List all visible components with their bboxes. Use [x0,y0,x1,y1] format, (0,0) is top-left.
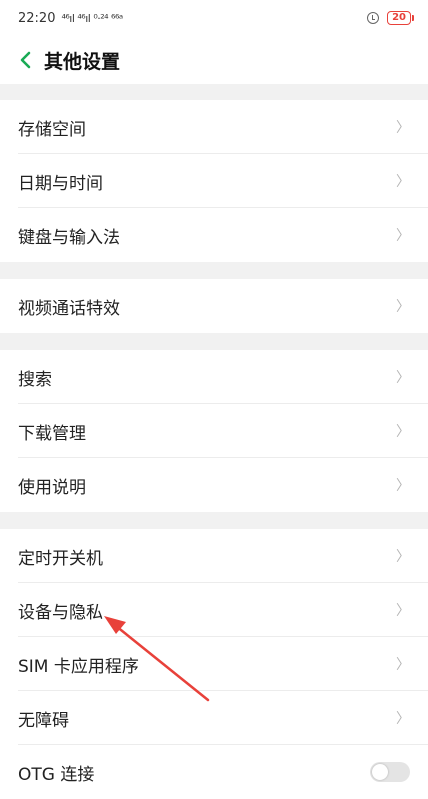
settings-item-label: 设备与隐私 [18,602,103,623]
chevron-right-icon: 〉 [396,120,410,136]
settings-item-manual[interactable]: 使用说明 〉 [0,458,428,512]
settings-item-video-call-effects[interactable]: 视频通话特效 〉 [0,279,428,333]
settings-item-search[interactable]: 搜索 〉 [0,350,428,404]
alarm-icon [367,12,380,24]
status-right: 20 [367,11,414,25]
settings-list: 存储空间 〉 日期与时间 〉 键盘与输入法 〉 视频通话特效 〉 搜索 〉 下载… [0,84,428,799]
battery-icon: 20 [387,11,414,25]
chevron-right-icon: 〉 [396,228,410,244]
settings-item-label: 定时开关机 [18,548,103,569]
settings-item-accessibility[interactable]: 无障碍 〉 [0,691,428,745]
battery-tip [412,15,414,21]
chevron-right-icon: 〉 [396,299,410,315]
settings-item-label: SIM 卡应用程序 [18,656,139,677]
settings-item-label: 存储空间 [18,119,86,140]
status-bar: 22:20 ⁴⁶ıl ⁴⁶ıl ⁰·²⁴ ⁶⁶ᵃ 20 [0,0,428,36]
settings-item-label: OTG 连接 [18,764,95,785]
settings-item-label: 视频通话特效 [18,298,120,319]
signal-icons: ⁴⁶ıl ⁴⁶ıl ⁰·²⁴ ⁶⁶ᵃ [61,11,123,25]
settings-item-scheduled-power[interactable]: 定时开关机 〉 [0,529,428,583]
chevron-right-icon: 〉 [396,711,410,727]
settings-item-label: 使用说明 [18,477,86,498]
settings-item-label: 键盘与输入法 [18,227,120,248]
group-separator [0,333,428,350]
settings-item-sim-apps[interactable]: SIM 卡应用程序 〉 [0,637,428,691]
chevron-left-icon [20,51,31,69]
group-separator [0,512,428,529]
chevron-right-icon: 〉 [396,657,410,673]
otg-toggle[interactable] [370,762,410,782]
settings-item-label: 日期与时间 [18,173,103,194]
settings-item-storage[interactable]: 存储空间 〉 [0,100,428,154]
page-title: 其他设置 [44,50,121,73]
back-button[interactable] [14,48,36,72]
title-bar: 其他设置 [0,36,428,84]
chevron-right-icon: 〉 [396,174,410,190]
chevron-right-icon: 〉 [396,370,410,386]
chevron-right-icon: 〉 [396,603,410,619]
battery-level: 20 [387,11,411,25]
settings-item-date-time[interactable]: 日期与时间 〉 [0,154,428,208]
group-separator [0,262,428,279]
settings-item-downloads[interactable]: 下载管理 〉 [0,404,428,458]
settings-item-keyboard[interactable]: 键盘与输入法 〉 [0,208,428,262]
settings-item-otg[interactable]: OTG 连接 [0,745,428,799]
chevron-right-icon: 〉 [396,424,410,440]
status-left: 22:20 ⁴⁶ıl ⁴⁶ıl ⁰·²⁴ ⁶⁶ᵃ [18,11,123,26]
chevron-right-icon: 〉 [396,478,410,494]
group-separator [0,84,428,100]
status-time: 22:20 [18,10,56,26]
settings-item-label: 无障碍 [18,710,69,731]
settings-item-label: 下载管理 [18,423,86,444]
settings-item-device-privacy[interactable]: 设备与隐私 〉 [0,583,428,637]
chevron-right-icon: 〉 [396,549,410,565]
settings-item-label: 搜索 [18,369,52,390]
